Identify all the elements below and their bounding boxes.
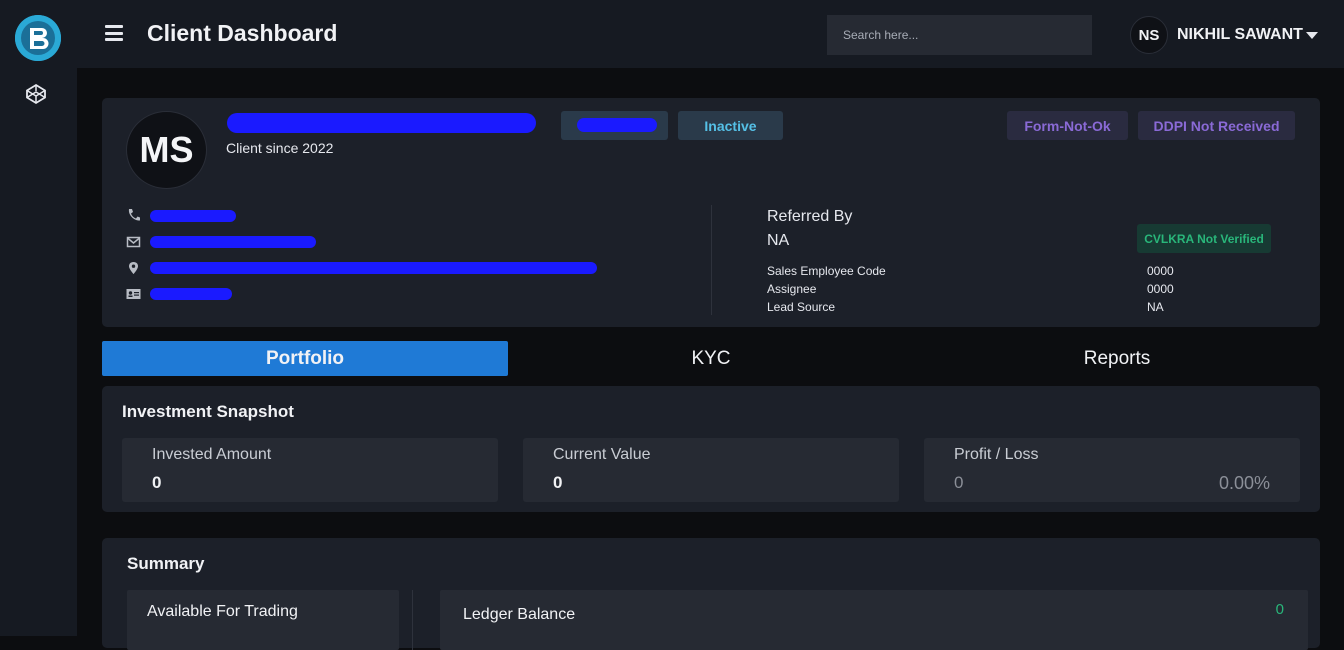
logo-icon (15, 15, 61, 61)
stat-value: 0 (553, 473, 563, 492)
vertical-divider (711, 205, 712, 315)
chevron-down-icon[interactable] (1306, 32, 1318, 39)
detail-value: 0000 (1147, 264, 1174, 278)
detail-value: NA (1147, 300, 1164, 314)
detail-value: 0000 (1147, 282, 1174, 296)
search-input[interactable] (827, 15, 1092, 55)
tab-kyc[interactable]: KYC (508, 341, 914, 376)
stat-value: 0 (954, 473, 964, 492)
app-logo[interactable] (15, 15, 61, 61)
tab-reports[interactable]: Reports (914, 341, 1320, 376)
redacted-pan (150, 288, 232, 300)
referred-by-label: Referred By (767, 208, 853, 225)
top-bar: Client Dashboard NS NIKHIL SAWANT (77, 0, 1344, 70)
redacted-client-name (227, 113, 536, 133)
ledger-balance-value: 0 (1275, 601, 1284, 618)
client-avatar: MS (126, 111, 207, 189)
codepen-cube-icon[interactable] (25, 83, 47, 105)
redacted-address (150, 262, 597, 274)
section-title: Investment Snapshot (122, 402, 294, 421)
form-status-badge: Form-Not-Ok (1007, 111, 1128, 140)
stat-percent: 0.00% (1218, 473, 1270, 493)
detail-label: Sales Employee Code (767, 264, 886, 278)
redacted-client-code (577, 118, 657, 132)
menu-toggle-icon[interactable] (105, 25, 123, 41)
sidebar (0, 0, 77, 636)
stat-label: Invested Amount (152, 446, 272, 463)
section-title: Summary (127, 554, 205, 573)
id-card-icon (126, 289, 141, 299)
available-for-trading-box: Available For Trading (127, 590, 399, 650)
client-since: Client since 2022 (226, 140, 334, 156)
redacted-phone (150, 210, 236, 222)
user-avatar[interactable]: NS (1130, 16, 1168, 54)
location-icon (129, 262, 138, 274)
cvlkra-status-badge: CVLKRA Not Verified (1137, 224, 1271, 253)
ledger-balance-label: Ledger Balance (463, 606, 576, 623)
current-value-stat: Current Value 0 (523, 438, 899, 502)
available-for-trading-label: Available For Trading (147, 603, 298, 620)
client-code-badge (561, 111, 668, 140)
vertical-divider (412, 590, 413, 650)
invested-amount-stat: Invested Amount 0 (122, 438, 498, 502)
profit-loss-stat: Profit / Loss 0 0.00% (924, 438, 1300, 502)
ddpi-status-badge: DDPI Not Received (1138, 111, 1295, 140)
investment-snapshot-card: Investment Snapshot Invested Amount 0 Cu… (102, 386, 1320, 512)
client-profile-card: MS Client since 2022 Inactive Form-Not-O… (102, 98, 1320, 327)
stat-label: Current Value (553, 446, 651, 463)
stat-label: Profit / Loss (954, 446, 1039, 463)
tab-portfolio[interactable]: Portfolio (102, 341, 508, 376)
summary-card: Summary Available For Trading Ledger Bal… (102, 538, 1320, 650)
detail-label: Lead Source (767, 300, 836, 314)
status-badge: Inactive (678, 111, 783, 140)
phone-icon (128, 209, 140, 221)
page-title: Client Dashboard (147, 20, 338, 46)
redacted-email (150, 236, 316, 248)
ledger-balance-box: Ledger Balance 0 (440, 590, 1308, 650)
detail-label: Assignee (767, 282, 817, 296)
referred-by-value: NA (767, 232, 790, 249)
user-name[interactable]: NIKHIL SAWANT (1177, 26, 1303, 44)
email-icon (126, 236, 141, 248)
stat-value: 0 (152, 473, 162, 492)
